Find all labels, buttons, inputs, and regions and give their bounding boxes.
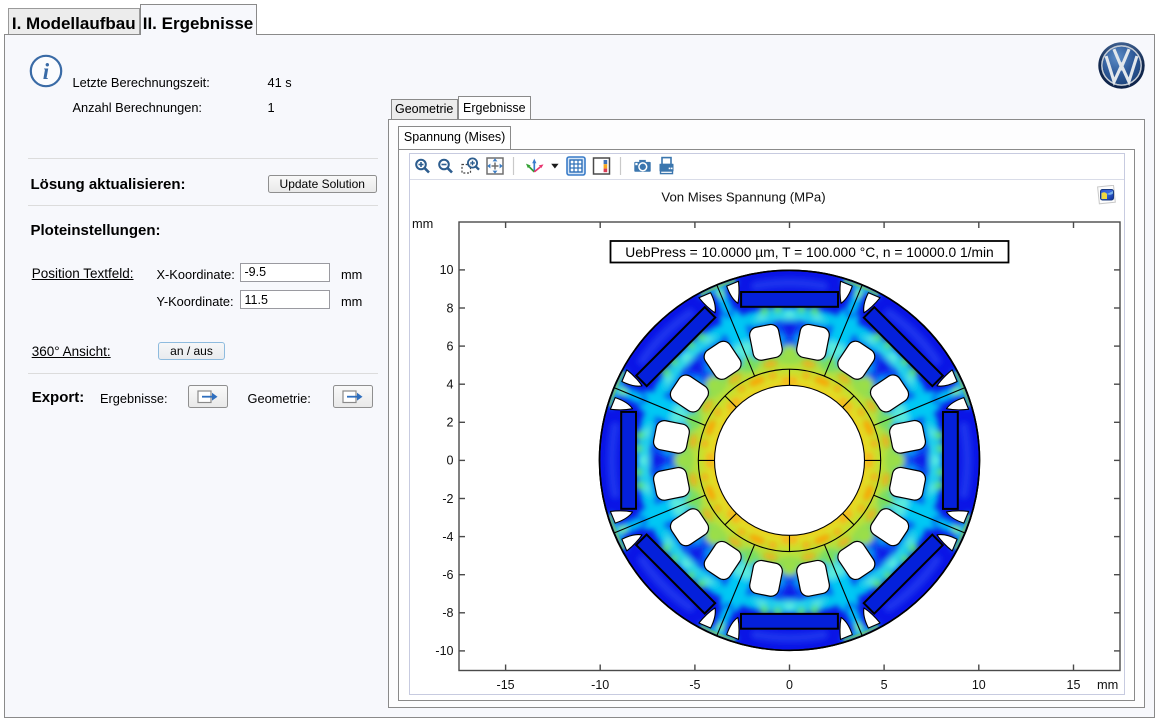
svg-text:10: 10 <box>439 263 453 277</box>
svg-text:-8: -8 <box>442 606 453 620</box>
svg-text:5: 5 <box>880 678 887 692</box>
svg-text:2: 2 <box>446 416 453 430</box>
svg-text:mm: mm <box>1097 677 1118 692</box>
svg-text:-4: -4 <box>442 530 453 544</box>
svg-text:i: i <box>43 59 50 84</box>
svg-text:10: 10 <box>971 678 985 692</box>
svg-text:-5: -5 <box>689 678 700 692</box>
svg-text:6: 6 <box>446 339 453 353</box>
svg-text:0: 0 <box>446 454 453 468</box>
svg-text:8: 8 <box>446 301 453 315</box>
svg-text:UebPress = 10.0000 µm, T = 100: UebPress = 10.0000 µm, T = 100.000 °C, n… <box>625 245 993 260</box>
svg-text:-2: -2 <box>442 492 453 506</box>
svg-text:mm: mm <box>412 216 433 231</box>
svg-text:Von Mises Spannung (MPa): Von Mises Spannung (MPa) <box>661 190 825 205</box>
svg-text:-15: -15 <box>496 678 514 692</box>
svg-text:-6: -6 <box>442 568 453 582</box>
svg-text:-10: -10 <box>435 644 453 658</box>
svg-text:4: 4 <box>446 378 453 392</box>
svg-text:15: 15 <box>1066 678 1080 692</box>
svg-text:0: 0 <box>786 678 793 692</box>
svg-text:-10: -10 <box>591 678 609 692</box>
